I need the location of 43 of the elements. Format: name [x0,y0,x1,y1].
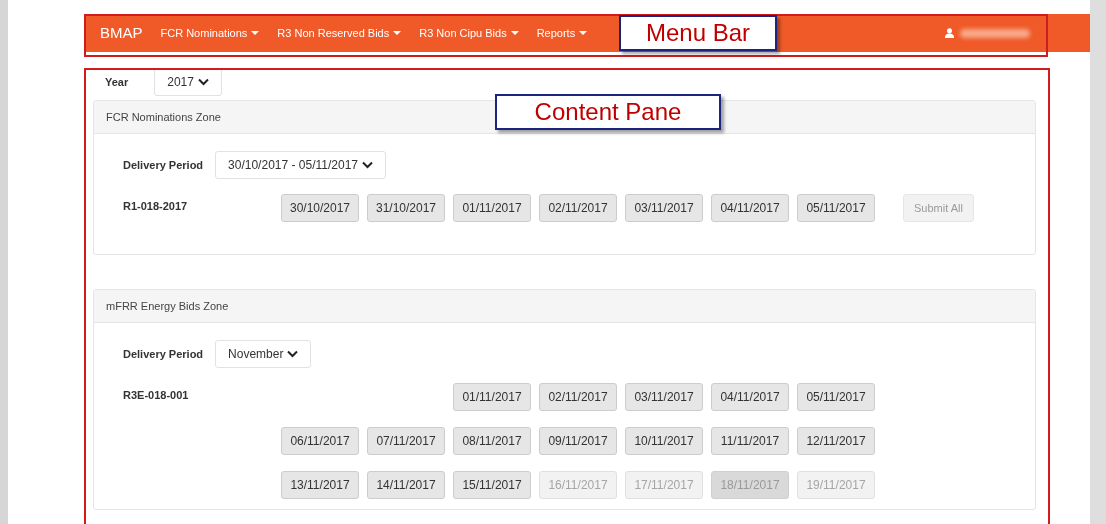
date-button[interactable]: 04/11/2017 [711,194,789,222]
bid-code: R3E-018-001 [123,388,190,403]
year-dropdown[interactable]: 2017 [154,68,222,96]
date-button[interactable]: 30/10/2017 [281,194,359,222]
date-button[interactable]: 31/10/2017 [367,194,445,222]
caret-icon [510,31,519,35]
bid-code: R1-018-2017 [123,199,189,214]
date-button[interactable]: 15/11/2017 [453,471,531,499]
delivery-period-label: Delivery Period [123,157,204,173]
date-button[interactable]: 11/11/2017 [711,427,789,455]
annotation-callout: Menu Bar [619,15,777,51]
date-button[interactable]: 09/11/2017 [539,427,617,455]
blurred-username [960,28,1030,38]
date-button[interactable]: 05/11/2017 [797,194,875,222]
date-button[interactable]: 02/11/2017 [539,194,617,222]
caret-icon [251,31,260,35]
chevron-down-icon [287,350,299,358]
date-button[interactable]: 03/11/2017 [625,194,703,222]
date-button[interactable]: 06/11/2017 [281,427,359,455]
zone-title: mFRR Energy Bids Zone [106,298,229,314]
delivery-period-dropdown[interactable]: November [215,340,312,368]
date-button[interactable]: 08/11/2017 [453,427,531,455]
date-button[interactable]: 14/11/2017 [367,471,445,499]
date-button[interactable]: 02/11/2017 [539,383,617,411]
date-button[interactable]: 07/11/2017 [367,427,445,455]
delivery-period-label: Delivery Period [123,346,204,362]
caret-icon [393,31,402,35]
date-button[interactable]: 03/11/2017 [625,383,703,411]
date-button[interactable]: 01/11/2017 [453,383,531,411]
date-button[interactable]: 10/11/2017 [625,427,703,455]
date-button[interactable]: 12/11/2017 [797,427,875,455]
chevron-down-icon [362,161,373,169]
date-button[interactable]: 13/11/2017 [281,471,359,499]
user-icon [945,28,954,38]
caret-icon [579,31,588,35]
date-button[interactable]: 01/11/2017 [453,194,531,222]
zone-title: FCR Nominations Zone [106,109,221,125]
date-button[interactable]: 05/11/2017 [797,383,875,411]
annotation-callout: Content Pane [495,94,721,130]
chevron-down-icon [197,78,209,86]
delivery-period-dropdown[interactable]: 30/10/2017 - 05/11/2017 [215,151,386,179]
year-label: Year [105,74,129,90]
date-button[interactable]: 04/11/2017 [711,383,789,411]
